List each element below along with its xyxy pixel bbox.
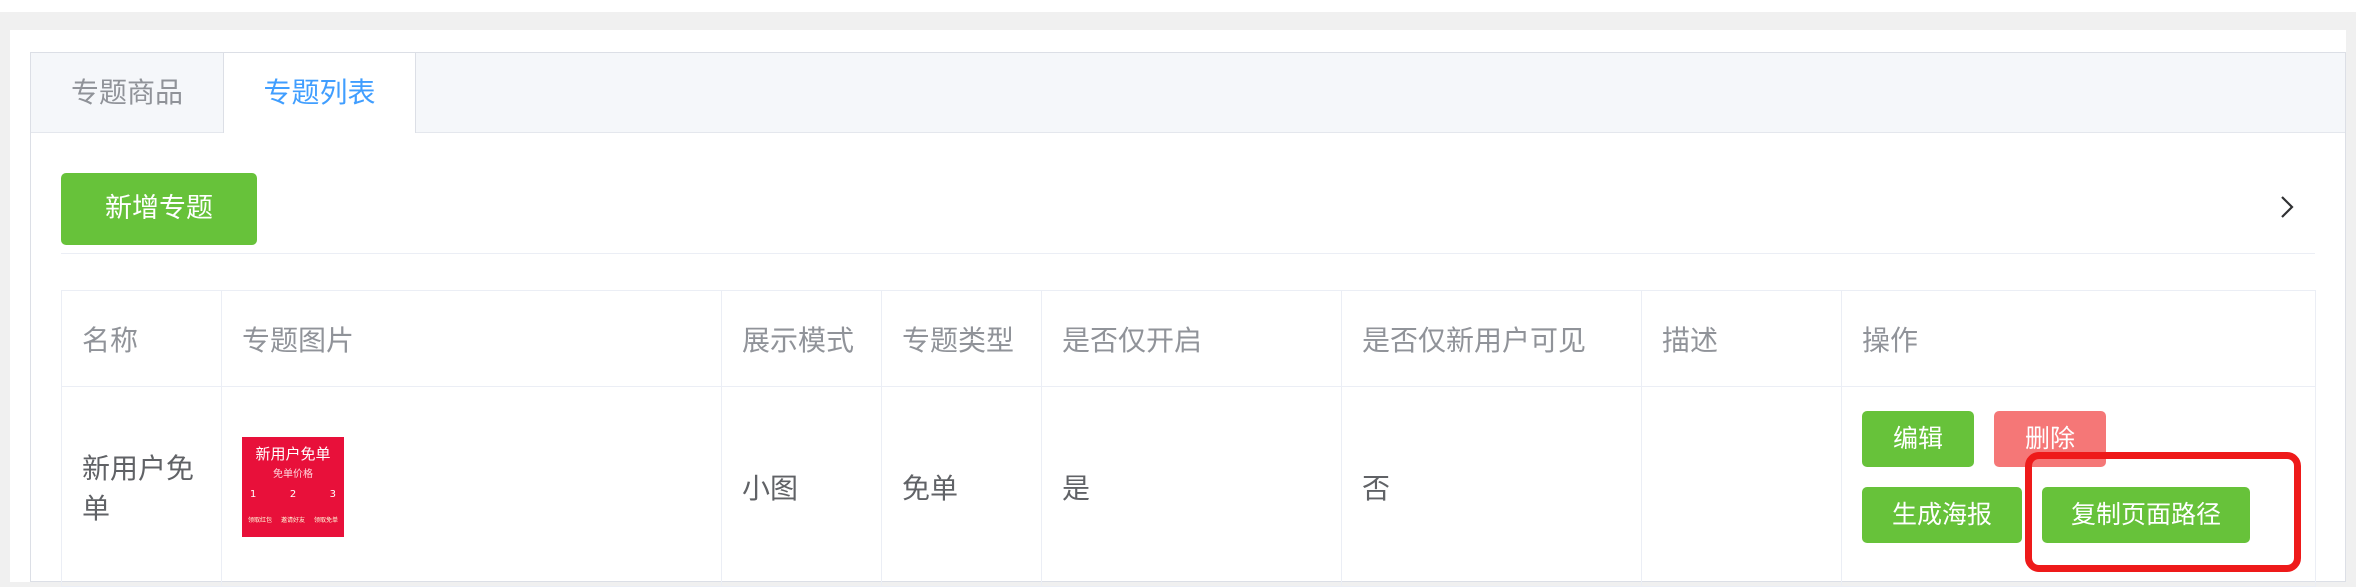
cell-image: 新用户免单 免单价格 1 2 3 领取红包 邀请好友 领取免单 [221,386,722,587]
col-header-new-user-only: 是否仅新用户可见 [1341,290,1642,387]
tab-topic-products[interactable]: 专题商品 [31,53,223,132]
table-row: 新用户免单 新用户免单 免单价格 1 2 3 领取红包 邀请好友 领取免单 小图… [61,386,2316,587]
col-header-only-open: 是否仅开启 [1041,290,1342,387]
cell-new-user-only: 否 [1341,386,1642,587]
thumbnail-step: 2 [289,488,297,500]
tabs-bar: 专题商品 专题列表 [31,53,2345,133]
tab-card: 专题商品 专题列表 新增专题 名称 专题图片 展示模式 专题类型 是否仅开启 是… [30,52,2346,587]
col-header-display-mode: 展示模式 [721,290,882,387]
delete-button[interactable]: 删除 [1994,411,2106,467]
top-strip [0,0,2356,12]
cell-description [1641,386,1842,587]
thumbnail-footer-text: 邀请好友 [280,516,305,524]
col-header-image: 专题图片 [221,290,722,387]
cell-only-open: 是 [1041,386,1342,587]
col-header-description: 描述 [1641,290,1842,387]
generate-poster-button[interactable]: 生成海报 [1862,487,2022,543]
thumbnail-footer-text: 领取红包 [248,516,273,524]
topic-thumbnail[interactable]: 新用户免单 免单价格 1 2 3 领取红包 邀请好友 领取免单 [242,436,344,537]
add-topic-button[interactable]: 新增专题 [61,173,257,245]
page-container: 专题商品 专题列表 新增专题 名称 专题图片 展示模式 专题类型 是否仅开启 是… [10,30,2346,587]
cell-display-mode: 小图 [721,386,882,587]
thumbnail-subtitle: 免单价格 [273,468,313,480]
edit-button[interactable]: 编辑 [1862,411,1974,467]
col-header-topic-type: 专题类型 [881,290,1042,387]
toolbar: 新增专题 [61,173,2315,254]
table-header-row: 名称 专题图片 展示模式 专题类型 是否仅开启 是否仅新用户可见 描述 操作 [61,290,2316,387]
tab-topic-list[interactable]: 专题列表 [223,53,416,133]
thumbnail-steps: 1 2 3 [250,489,336,500]
thumbnail-footer: 领取红包 邀请好友 领取免单 [248,515,338,524]
col-header-actions: 操作 [1841,290,2316,387]
thumbnail-step: 1 [250,488,257,500]
thumbnail-title: 新用户免单 [255,444,331,463]
thumbnail-step: 3 [329,488,336,500]
cell-name: 新用户免单 [61,386,222,587]
topic-table: 名称 专题图片 展示模式 专题类型 是否仅开启 是否仅新用户可见 描述 操作 新… [61,290,2316,587]
chevron-right-icon[interactable] [2271,191,2303,223]
cell-topic-type: 免单 [881,386,1042,587]
col-header-name: 名称 [61,290,222,387]
thumbnail-footer-text: 领取免单 [313,516,338,524]
cell-actions: 编辑 删除 生成海报 复制页面路径 [1841,386,2316,587]
copy-page-path-button[interactable]: 复制页面路径 [2042,487,2250,543]
